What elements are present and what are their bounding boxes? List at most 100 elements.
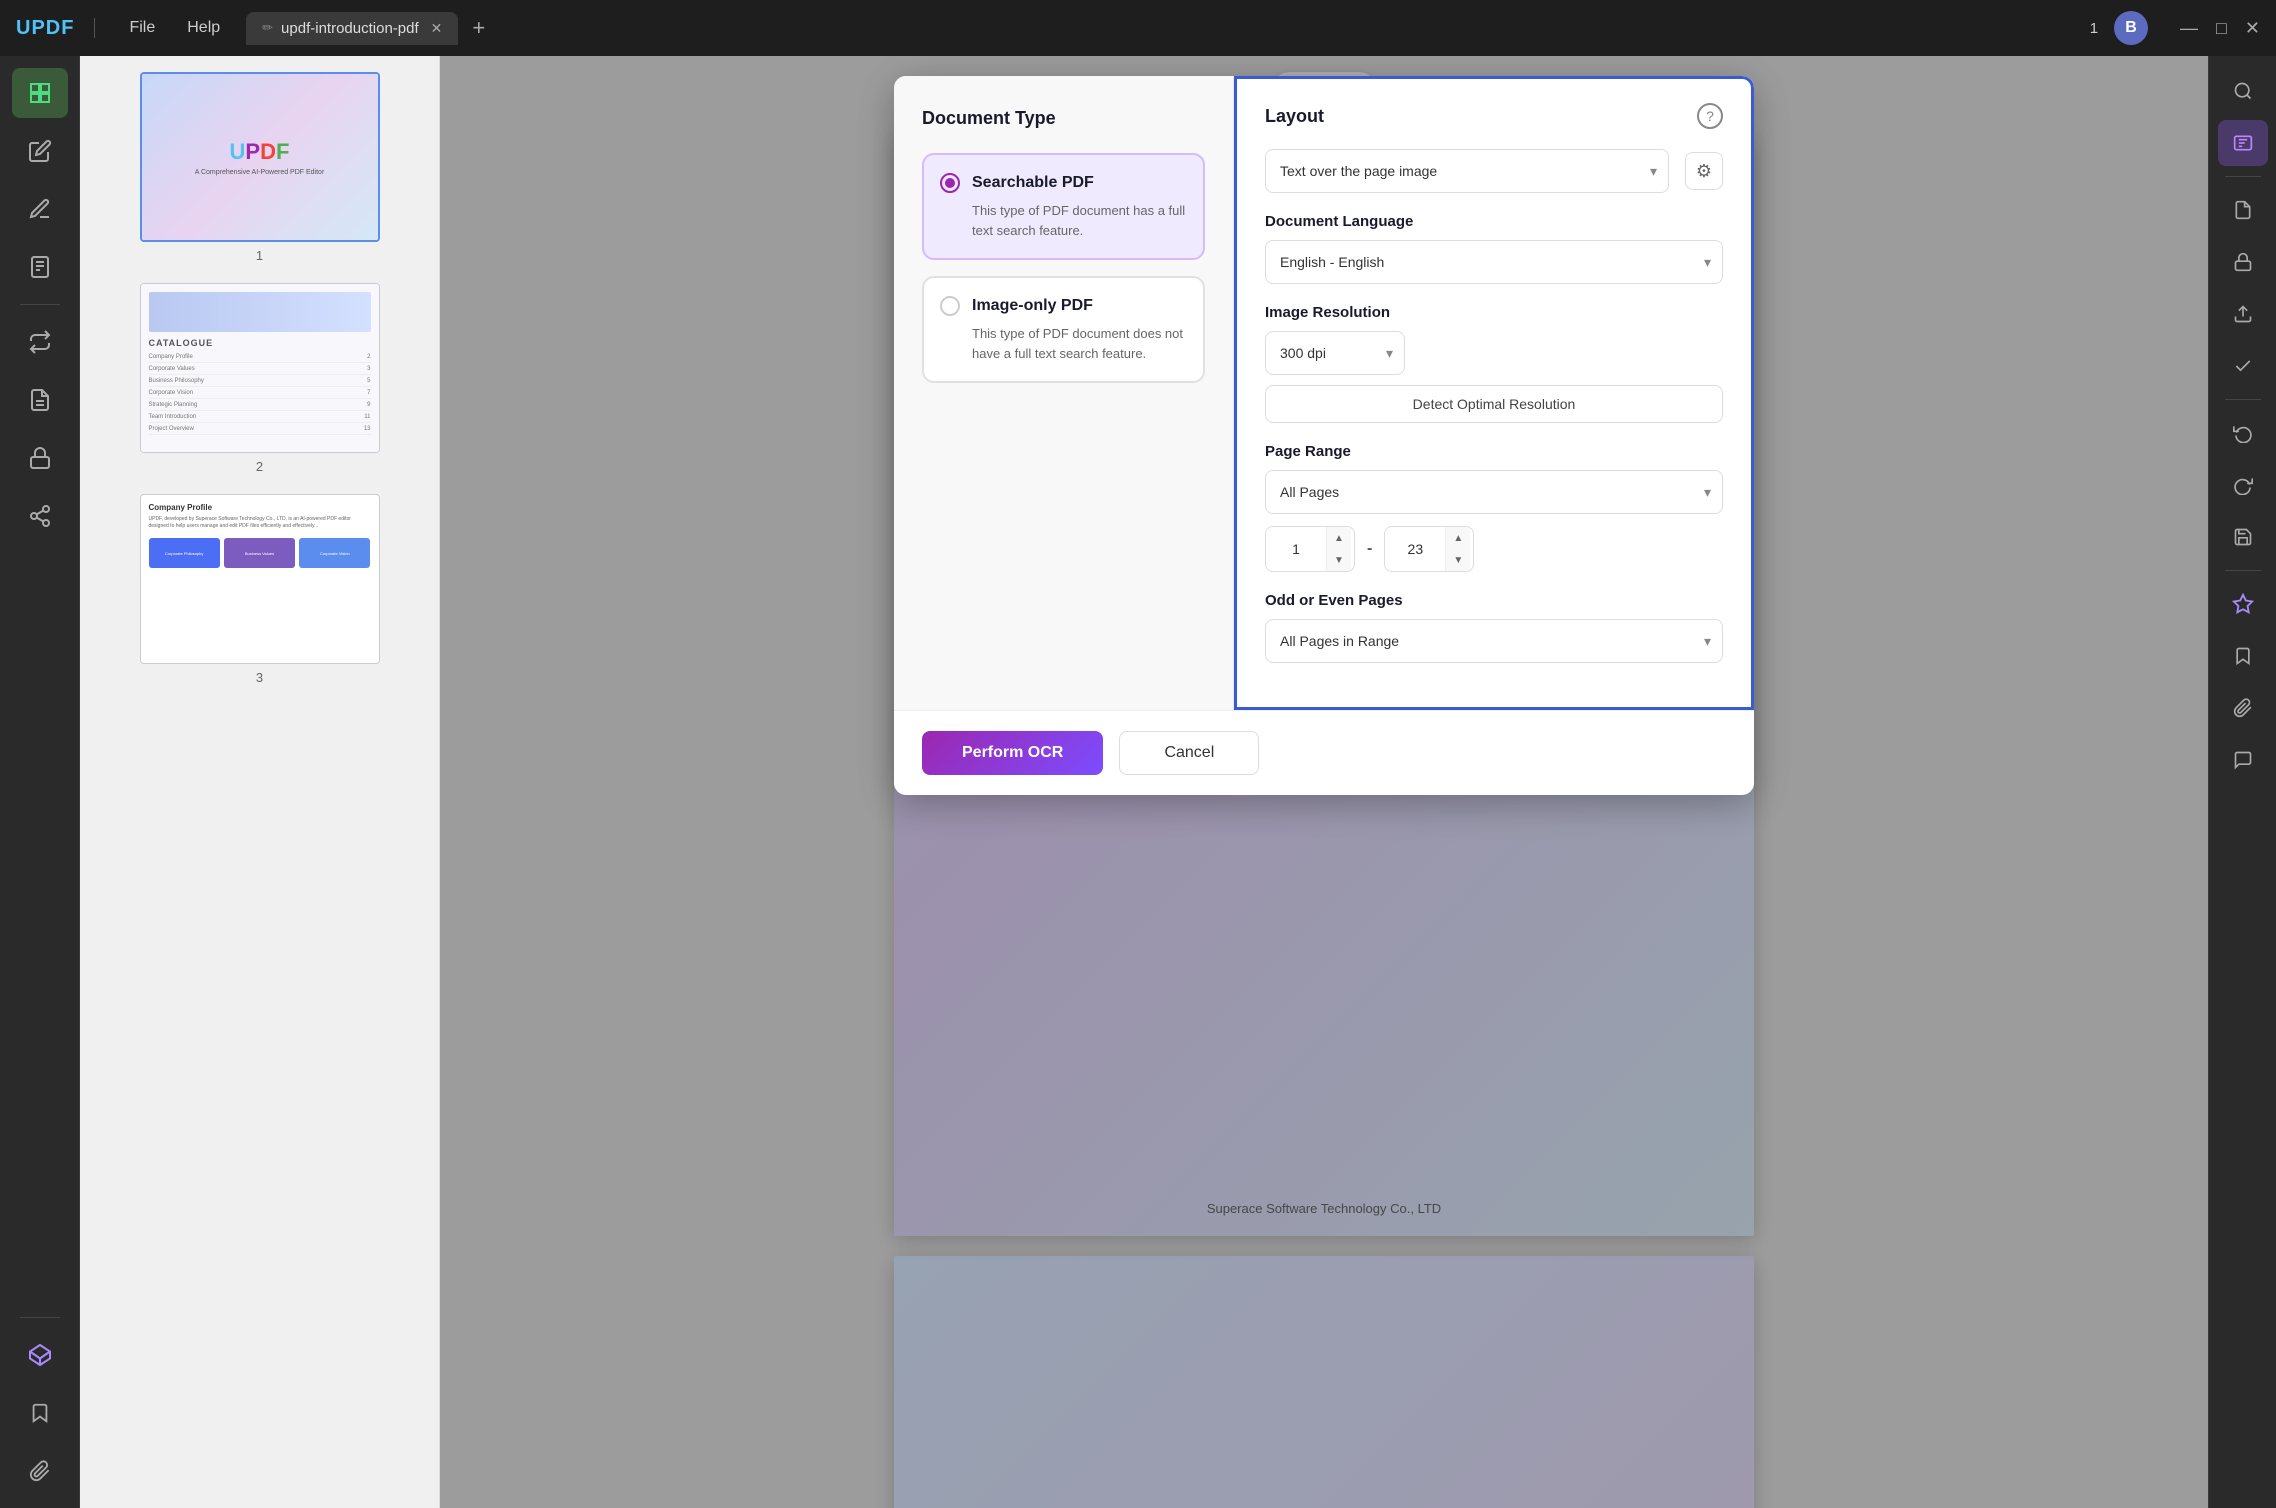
tool-bookmark[interactable] [12,1388,68,1438]
layout-title: Layout [1265,106,1324,127]
option-searchable-label: Searchable PDF [972,174,1094,192]
thumbnail-3[interactable]: Company Profile UPDF, developed by Super… [140,494,380,685]
bottom-separator [20,1317,60,1318]
menu-help[interactable]: Help [173,13,234,43]
range-dash: - [1367,540,1372,558]
cancel-button[interactable]: Cancel [1119,731,1259,775]
ocr-overlay: Document Type Searchable PDF This type o… [440,56,2208,1508]
resolution-row: 72 dpi 96 dpi 150 dpi 200 dpi 300 dpi 60… [1265,331,1723,375]
titlebar-right: 1 B — □ ✕ [2090,11,2260,45]
close-button[interactable]: ✕ [2245,18,2260,39]
option-image-only[interactable]: Image-only PDF This type of PDF document… [922,276,1205,383]
tab-close-icon[interactable]: ✕ [431,20,443,37]
doc-type-title: Document Type [922,108,1205,129]
perform-ocr-button[interactable]: Perform OCR [922,731,1103,775]
thumb3-text: UPDF, developed by Superace Software Tec… [149,516,371,530]
rtool-sep-2 [2225,399,2261,400]
tool-protect[interactable] [12,433,68,483]
menu-bar: File Help [115,13,234,43]
range-start-input[interactable]: 1 [1266,531,1326,567]
tool-edit[interactable] [12,126,68,176]
rtool-ai[interactable] [2218,581,2268,627]
page-range-select[interactable]: All Pages Current Page Custom Range [1265,470,1723,514]
rtool-undo[interactable] [2218,410,2268,456]
thumb-img-2: CATALOGUE Company Profile2 Corporate Val… [140,283,380,453]
rtool-ocr[interactable] [2218,120,2268,166]
tool-forms[interactable] [12,375,68,425]
thumbnail-panel: UPDF A Comprehensive AI-Powered PDF Edit… [80,56,440,1508]
ocr-dialog-content: Document Type Searchable PDF This type o… [894,76,1754,710]
range-end-spinners: ▲ ▼ [1445,527,1470,571]
tool-share[interactable] [12,491,68,541]
rtool-bookmark[interactable] [2218,633,2268,679]
odd-even-group: Odd or Even Pages All Pages in Range Odd… [1265,592,1723,663]
rtool-comment[interactable] [2218,737,2268,783]
main-layout: UPDF A Comprehensive AI-Powered PDF Edit… [0,56,2276,1508]
left-sidebar [0,56,80,1508]
resolution-select[interactable]: 72 dpi 96 dpi 150 dpi 200 dpi 300 dpi 60… [1265,331,1405,375]
tool-stack[interactable] [12,1330,68,1380]
content-area: − 21% ▾ UPDF A Comprehensive AI-Powe... … [440,56,2208,1508]
odd-even-select[interactable]: All Pages in Range Odd Pages Only Even P… [1265,619,1723,663]
text-placement-select[interactable]: Text over the page image Text under the … [1265,149,1669,193]
thumbnail-1[interactable]: UPDF A Comprehensive AI-Powered PDF Edit… [140,72,380,263]
option-searchable[interactable]: Searchable PDF This type of PDF document… [922,153,1205,260]
text-placement-select-wrap: Text over the page image Text under the … [1265,149,1669,193]
option-searchable-header: Searchable PDF [940,173,1187,193]
range-start-spinners: ▲ ▼ [1326,527,1351,571]
rtool-search[interactable] [2218,68,2268,114]
rtool-attachment[interactable] [2218,685,2268,731]
language-select-wrapper: English - English Chinese - Simplified F… [1265,240,1723,284]
tool-thumbnails[interactable] [12,68,68,118]
tool-convert[interactable] [12,317,68,367]
thumb2-lines: Company Profile2 Corporate Values3 Busin… [149,354,371,435]
doc-language-group: Document Language English - English Chin… [1265,213,1723,284]
thumb2-title: CATALOGUE [149,338,371,348]
rtool-save[interactable] [2218,514,2268,560]
layout-section: Layout ? Text over the page image [1234,76,1754,710]
thumbnail-2[interactable]: CATALOGUE Company Profile2 Corporate Val… [140,283,380,474]
rtool-export[interactable] [2218,291,2268,337]
title-separator [94,18,95,38]
tab-updf-intro[interactable]: ✏ updf-introduction-pdf ✕ [246,12,458,45]
rtool-sep-3 [2225,570,2261,571]
thumb-num-1: 1 [256,248,263,263]
rtool-redo[interactable] [2218,462,2268,508]
help-icon[interactable]: ? [1697,103,1723,129]
resolution-select-wrap: 72 dpi 96 dpi 150 dpi 200 dpi 300 dpi 60… [1265,331,1405,375]
tool-separator [20,304,60,305]
text-placement-row: Text over the page image Text under the … [1265,149,1723,193]
rtool-page-info[interactable] [2218,187,2268,233]
language-select[interactable]: English - English Chinese - Simplified F… [1265,240,1723,284]
detect-resolution-button[interactable]: Detect Optimal Resolution [1265,385,1723,423]
layout-header: Layout ? [1265,103,1723,129]
tab-add-button[interactable]: + [464,11,493,45]
maximize-button[interactable]: □ [2216,18,2227,39]
range-row: 1 ▲ ▼ - 23 ▲ [1265,526,1723,572]
range-end-up[interactable]: ▲ [1446,527,1470,549]
tool-attachment[interactable] [12,1446,68,1496]
menu-file[interactable]: File [115,13,169,43]
doc-language-label: Document Language [1265,213,1723,230]
tool-annotate[interactable] [12,184,68,234]
tool-pages[interactable] [12,242,68,292]
range-start-up[interactable]: ▲ [1327,527,1351,549]
tab-edit-icon: ✏ [262,20,273,36]
rtool-check[interactable] [2218,343,2268,389]
range-end-input[interactable]: 23 [1385,531,1445,567]
option-image-only-desc: This type of PDF document does not have … [940,324,1187,363]
thumb-num-3: 3 [256,670,263,685]
minimize-button[interactable]: — [2180,18,2198,39]
app-logo: UPDF [16,17,74,40]
user-avatar[interactable]: B [2114,11,2148,45]
thumb-img-3: Company Profile UPDF, developed by Super… [140,494,380,664]
tab-label: updf-introduction-pdf [281,20,419,37]
range-start-down[interactable]: ▼ [1327,549,1351,571]
rtool-lock[interactable] [2218,239,2268,285]
option-searchable-desc: This type of PDF document has a full tex… [940,201,1187,240]
range-end-down[interactable]: ▼ [1446,549,1470,571]
page-range-select-wrapper: All Pages Current Page Custom Range ▾ [1265,470,1723,514]
text-placement-settings-btn[interactable]: ⚙ [1685,152,1723,190]
doc-type-section: Document Type Searchable PDF This type o… [894,76,1234,710]
resolution-select-wrapper: 72 dpi 96 dpi 150 dpi 200 dpi 300 dpi 60… [1265,331,1405,375]
